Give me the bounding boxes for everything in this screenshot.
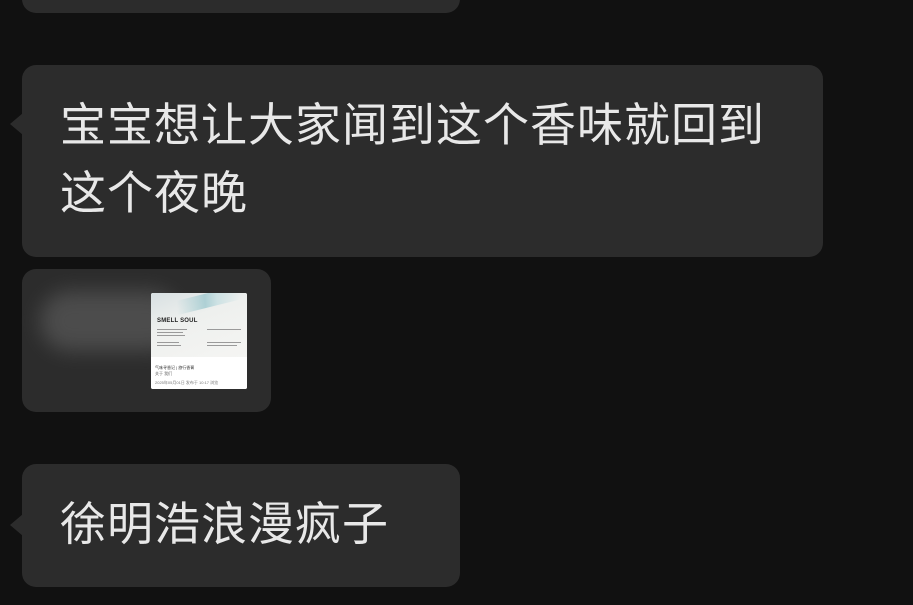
message-text-1: 宝宝想让大家闻到这个香味就回到这个夜晚: [60, 98, 765, 220]
thumbnail-text-line: [157, 332, 183, 333]
thumbnail-title: SMELL SOUL: [157, 318, 198, 324]
thumbnail-text-line: [157, 329, 187, 330]
thumbnail-text-line: [157, 335, 185, 336]
thumbnail-text-line: [157, 342, 179, 343]
thumbnail-subcaption: 关于 我们: [155, 371, 173, 376]
thumbnail-text-line: [207, 345, 237, 346]
thumbnail-meta: 2025年05月01日 发布于 10:17 浏览: [155, 380, 219, 385]
thumbnail-text-line: [157, 345, 181, 346]
thumbnail-footer: 气味寻香记 | 旅行香膏 关于 我们 2025年05月01日 发布于 10:17…: [151, 357, 247, 389]
previous-message-bubble[interactable]: [22, 0, 460, 13]
thumbnail-text-line: [207, 329, 241, 330]
thumbnail-text-line: [207, 342, 241, 343]
bubble-tail: [10, 514, 23, 536]
shared-card-bubble[interactable]: SMELL SOUL 气味寻香记 | 旅行香膏 关于 我们 2025年05月01…: [22, 269, 271, 412]
message-bubble-3[interactable]: 徐明浩浪漫疯子: [10, 464, 460, 587]
bubble-tail: [10, 113, 23, 135]
message-bubble-1[interactable]: 宝宝想让大家闻到这个香味就回到这个夜晚: [10, 65, 823, 257]
message-text-3: 徐明浩浪漫疯子: [60, 497, 389, 551]
shared-card-thumbnail[interactable]: SMELL SOUL 气味寻香记 | 旅行香膏 关于 我们 2025年05月01…: [151, 293, 247, 389]
